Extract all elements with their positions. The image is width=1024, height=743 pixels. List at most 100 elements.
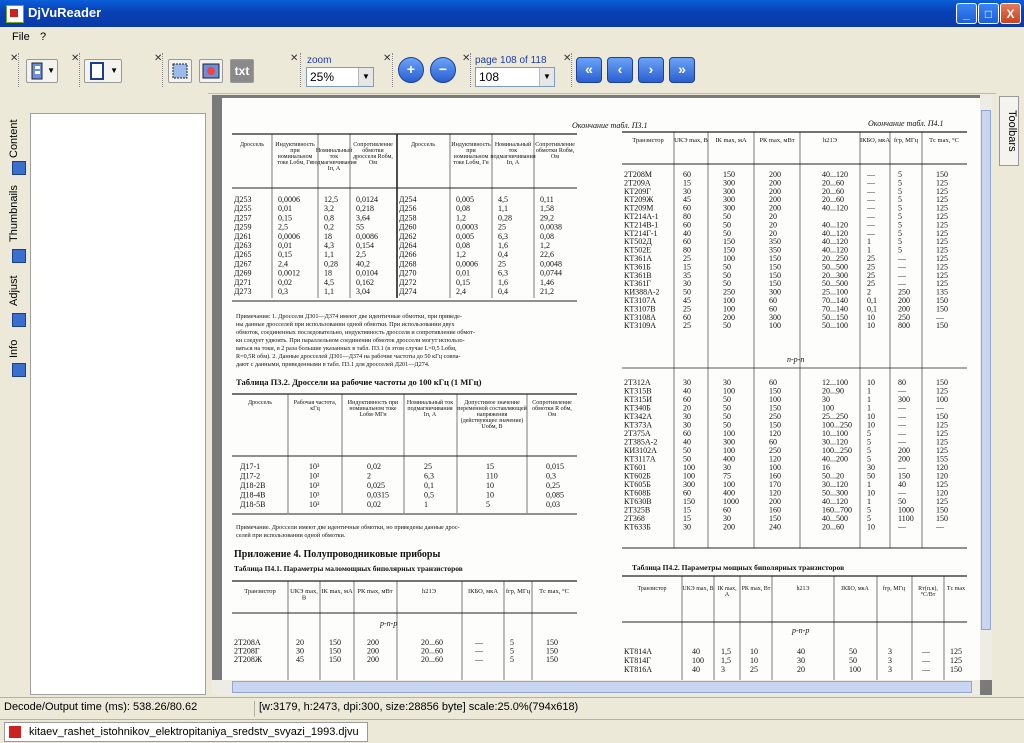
layout-icon (31, 62, 43, 80)
right-dock (996, 93, 1024, 697)
close-button[interactable]: X (1000, 3, 1021, 24)
section-label: n-p-n (787, 355, 804, 364)
zoom-in-button[interactable]: + (398, 57, 424, 83)
tab-adjust[interactable]: Adjust (8, 271, 26, 311)
zoom-select[interactable]: 25% ▼ (306, 67, 374, 87)
export-image-button[interactable] (199, 59, 223, 83)
window-title: DjVuReader (28, 5, 102, 20)
toolbar-grip[interactable] (162, 53, 167, 87)
menu-file[interactable]: File (12, 31, 30, 43)
page-label: page 108 of 118 (475, 55, 547, 66)
column-header: Tс max, °С (929, 137, 959, 144)
table-cell: 0,015 (546, 462, 564, 471)
table-cell: 0,0124 (356, 195, 378, 204)
toolbar-close-icon[interactable]: ✕ (290, 53, 298, 64)
table-cell: 2Т208Ж (234, 655, 263, 664)
table-cell: 0,2 (324, 223, 334, 232)
column-header: Дроссель (248, 400, 272, 406)
table-cell: 0,15 (278, 213, 292, 222)
zoom-value: 25% (310, 70, 335, 84)
chevron-down-icon[interactable]: ▼ (358, 68, 373, 86)
table-cell: 21,2 (540, 287, 554, 296)
page-info: [w:3179, h:2473, dpi:300, size:28856 byt… (254, 701, 1024, 717)
table-cell: 0,02 (367, 500, 381, 509)
sidebar-tabs: Content Thumbnails Adjust Info (4, 93, 26, 697)
table-cell: 0,0048 (540, 259, 562, 268)
toolbars-tab[interactable]: Toolbars (999, 96, 1019, 166)
toolbar-grip[interactable] (392, 53, 397, 87)
table-cell: 40 (692, 665, 700, 674)
table-cell: 0,0006 (278, 195, 300, 204)
table-cell: 25 (683, 321, 691, 330)
table-cell: 1,6 (498, 241, 508, 250)
table-cell: 25 (498, 223, 506, 232)
column-header: токе Lобм, Гн (453, 159, 489, 166)
table-cell: 25 (424, 462, 432, 471)
page-mode-button[interactable]: ▼ (84, 59, 122, 83)
table-cell: Д274 (399, 287, 416, 296)
toolbar-grip[interactable] (18, 53, 23, 87)
column-header: IКБО, мкА (841, 586, 869, 592)
column-header: Номи­нальный (495, 141, 532, 148)
document-page: Окончание табл. П3.1 Дроссель Индуктив­нос… (222, 98, 980, 680)
table-cell: 3 (721, 665, 725, 674)
layout-button[interactable]: ▼ (26, 59, 58, 83)
chevron-down-icon[interactable]: ▼ (539, 68, 554, 86)
column-header: h21Э (823, 137, 838, 144)
column-header: обмотки R обм, (532, 405, 572, 412)
toolbar-close-icon[interactable]: ✕ (383, 53, 391, 64)
column-header: Номи­нальный (316, 147, 353, 154)
zoom-out-button[interactable]: − (430, 57, 456, 83)
table-cell: 0,08 (456, 204, 470, 213)
table-cell: 18 (324, 232, 332, 241)
table-cell: 0,025 (367, 481, 385, 490)
next-page-button[interactable]: › (638, 57, 664, 83)
column-header: Iп, А (507, 160, 520, 166)
tab-content[interactable]: Content (8, 117, 26, 161)
toolbar-grip[interactable] (300, 53, 305, 87)
table-cell: 0,02 (278, 278, 292, 287)
column-header: UКЭ max, В (674, 137, 708, 144)
table-cell: 40...120 (822, 204, 848, 213)
menu-help[interactable]: ? (40, 31, 46, 43)
tab-thumbnails[interactable]: Thumbnails (8, 183, 26, 245)
table-cell: 100 (692, 656, 704, 665)
content-panel[interactable] (30, 113, 206, 695)
last-page-button[interactable]: » (669, 57, 695, 83)
table-cell: 0,0006 (278, 232, 300, 241)
table-cell: 0,4 (498, 287, 508, 296)
table-cell: КТ633Б (624, 523, 651, 532)
column-header: Lобм·МГн (359, 411, 387, 418)
page-select[interactable]: 108 ▼ (475, 67, 555, 87)
running-header: Окончание табл. П3.1 (572, 121, 647, 130)
table-cell: 0,0104 (356, 269, 378, 278)
table-cell: Д259 (234, 223, 251, 232)
minimize-button[interactable]: _ (956, 3, 977, 24)
table-cell: — (921, 665, 931, 674)
table-cell: 10 (486, 481, 494, 490)
table-cell: 125 (950, 647, 962, 656)
page-scan: Окончание табл. П3.1Дроссель Индуктив­нос… (232, 119, 967, 680)
table-cell: 0,3 (546, 472, 556, 481)
vertical-scroll-thumb[interactable] (981, 110, 991, 630)
horizontal-scroll-thumb[interactable] (232, 681, 972, 693)
column-header: Ом (548, 412, 556, 418)
table-cell: 1,6 (498, 278, 508, 287)
table-cell: 29,2 (540, 213, 554, 222)
table-cell: 200 (367, 655, 379, 664)
maximize-button[interactable]: □ (978, 3, 999, 24)
table-cell: 0,08 (540, 232, 554, 241)
table-cell: 25 (750, 665, 758, 674)
table-cell: 20 (797, 665, 805, 674)
table-cell: 0,1 (424, 481, 434, 490)
table-cell: 2,5 (356, 250, 366, 259)
text-button[interactable]: txt (230, 59, 254, 83)
table-cell: 0,11 (540, 195, 554, 204)
first-page-button[interactable]: « (576, 57, 602, 83)
select-region-button[interactable] (168, 59, 192, 83)
prev-page-button[interactable]: ‹ (607, 57, 633, 83)
note-text: Примечания: 1. Дроссели Д301—Д374 имеют … (236, 313, 462, 320)
tab-info[interactable]: Info (8, 337, 26, 361)
document-tab[interactable]: kitaev_rashet_istohnikov_elektropitaniya… (4, 722, 368, 742)
table-cell: 6,3 (498, 232, 508, 241)
